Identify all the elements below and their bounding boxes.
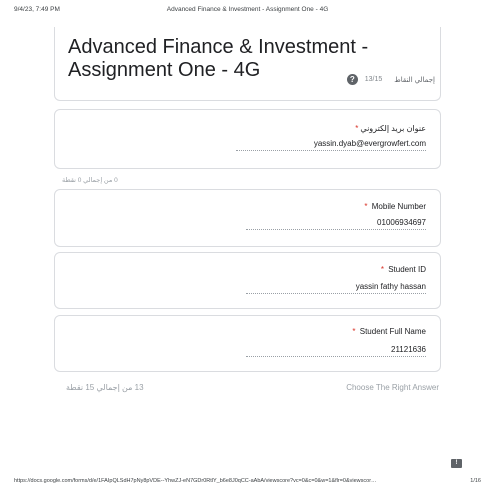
question-card-full-name: * Student Full Name 21121636	[54, 315, 441, 372]
print-title: Advanced Finance & Investment - Assignme…	[166, 6, 329, 13]
required-marker: *	[355, 124, 359, 133]
required-marker: *	[352, 327, 356, 336]
score-value: 13/15	[364, 76, 383, 83]
question-card-mobile: * Mobile Number 01006934697	[54, 189, 441, 247]
question-label: عنوان بريد إلكتروني*	[355, 124, 426, 133]
required-marker: *	[364, 202, 368, 211]
total-points-label: إجمالي النقاط	[394, 76, 435, 84]
points-note: 0 من إجمالي 0 نقطة	[62, 177, 118, 184]
mobile-answer: 01006934697	[246, 218, 426, 230]
section-points: 13 من إجمالي 15 نقطة	[66, 383, 144, 392]
question-label: * Student ID	[380, 265, 426, 274]
question-label: * Student Full Name	[352, 327, 426, 336]
help-icon[interactable]: ?	[346, 74, 358, 85]
score-row: ? 13/15 إجمالي النقاط	[346, 74, 435, 85]
student-id-answer: yassin fathy hassan	[246, 282, 426, 294]
print-url: https://docs.google.com/forms/d/e/1FAIpQ…	[14, 478, 377, 484]
section-title: Choose The Right Answer	[346, 383, 439, 392]
email-answer: yassin.dyab@evergrowfert.com	[236, 139, 426, 151]
question-card-email: عنوان بريد إلكتروني* yassin.dyab@evergro…	[54, 109, 441, 169]
question-card-student-id: * Student ID yassin fathy hassan	[54, 252, 441, 309]
feedback-icon[interactable]: !	[451, 459, 462, 468]
question-label: * Mobile Number	[364, 202, 426, 211]
full-name-answer: 21121636	[246, 345, 426, 357]
print-page-number: 1/16	[470, 478, 481, 484]
required-marker: *	[380, 265, 384, 274]
